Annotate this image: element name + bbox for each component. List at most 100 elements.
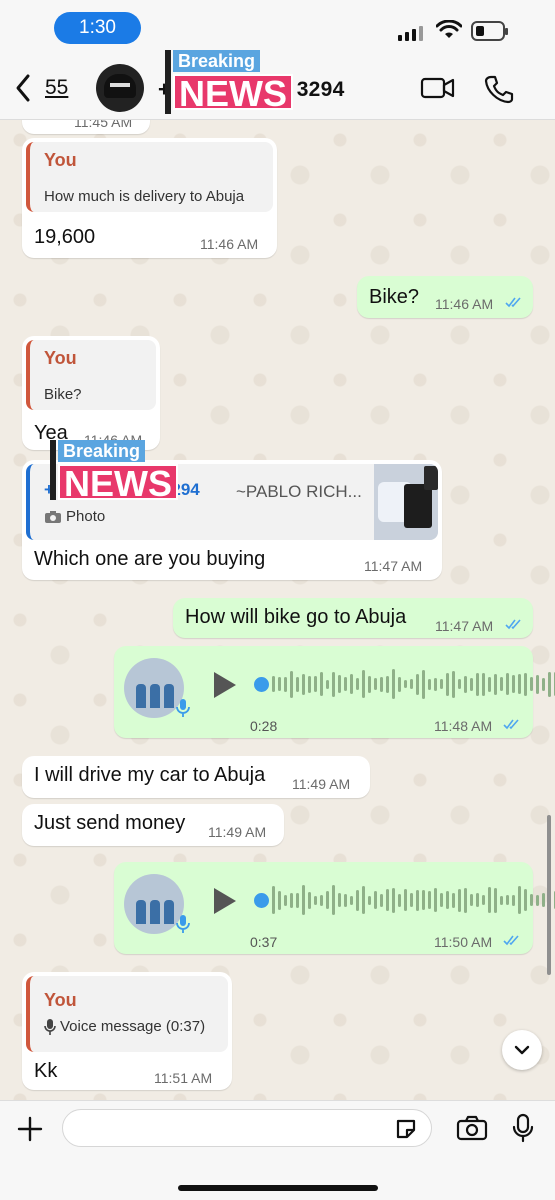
message-time: 11:46 AM	[435, 296, 494, 312]
contact-avatar[interactable]	[96, 64, 144, 112]
message-text: Bike?	[369, 286, 420, 308]
microphone-icon[interactable]	[512, 1113, 534, 1143]
waveform-bar	[530, 894, 533, 906]
voice-message[interactable]: 0:37 11:50 AM	[114, 862, 555, 954]
waveform-bar	[272, 676, 275, 692]
play-icon[interactable]	[214, 888, 236, 914]
waveform-bar	[512, 675, 515, 693]
waveform-bar	[488, 887, 491, 913]
read-ticks-icon	[505, 297, 521, 308]
message-bubble[interactable]: I will drive my car to Abuja 11:49 AM	[22, 756, 370, 798]
sender-avatar	[124, 658, 184, 718]
voice-duration: 0:28	[250, 718, 278, 734]
message-time: 11:51 AM	[154, 1070, 213, 1086]
camera-icon[interactable]	[456, 1115, 488, 1141]
waveform-bar	[404, 680, 407, 688]
waveform-bar	[434, 888, 437, 912]
reply-quote-text: Voice message (0:37)	[60, 1018, 206, 1035]
waveform-bar	[350, 895, 353, 905]
waveform-bar	[284, 894, 287, 906]
message-list[interactable]: Kk 11:45 AM You How much is delivery to …	[0, 120, 555, 1100]
battery-icon	[471, 21, 508, 41]
waveform-bar	[422, 669, 425, 699]
sticker-icon[interactable]	[394, 1117, 418, 1141]
waveform-bar	[416, 889, 419, 911]
waveform-bar	[272, 886, 275, 914]
waveform-bar	[518, 886, 521, 914]
waveform-bar	[458, 679, 461, 689]
voice-waveform[interactable]	[272, 882, 555, 918]
message-time: 11:49 AM	[292, 776, 351, 792]
scroll-to-bottom-button[interactable]	[502, 1030, 542, 1070]
waveform-bar	[326, 679, 329, 689]
message-bubble[interactable]: Just send money 11:49 AM	[22, 804, 284, 846]
reply-photo-thumbnail	[374, 464, 438, 540]
waveform-bar	[404, 889, 407, 911]
waveform-bar	[380, 893, 383, 907]
status-time: 1:30	[54, 12, 141, 44]
waveform-bar	[332, 885, 335, 915]
waveform-bar	[542, 893, 545, 907]
waveform-bar	[464, 887, 467, 913]
waveform-bar	[308, 675, 311, 693]
message-text: How will bike go to Abuja	[185, 606, 407, 628]
reply-quote[interactable]: You Bike?	[26, 340, 156, 410]
play-icon[interactable]	[214, 672, 236, 698]
waveform-bar	[290, 892, 293, 908]
message-text: I will drive my car to Abuja	[34, 764, 266, 786]
waveform-bar	[368, 895, 371, 905]
reply-quote-text: Photo	[66, 508, 106, 525]
scrollbar[interactable]	[547, 815, 551, 975]
waveform-bar	[320, 894, 323, 906]
read-ticks-icon	[503, 719, 519, 730]
waveform-bar	[374, 678, 377, 690]
voice-duration: 0:37	[250, 934, 278, 950]
message-bubble[interactable]: How will bike go to Abuja 11:47 AM	[173, 598, 533, 638]
plus-icon[interactable]	[16, 1115, 44, 1143]
waveform-bar	[500, 895, 503, 905]
waveform-bar	[338, 675, 341, 693]
waveform-bar	[536, 894, 539, 906]
waveform-bar	[500, 677, 503, 691]
waveform-bar	[386, 675, 389, 693]
waveform-bar	[476, 893, 479, 907]
waveform-bar	[506, 673, 509, 695]
voice-message[interactable]: 0:28 11:48 AM	[114, 646, 555, 738]
message-bubble[interactable]: Bike? 11:46 AM	[357, 276, 533, 318]
playback-slider-thumb[interactable]	[254, 677, 269, 692]
message-time: 11:49 AM	[208, 824, 267, 840]
waveform-bar	[494, 887, 497, 913]
waveform-bar	[428, 891, 431, 909]
waveform-bar	[494, 673, 497, 695]
voice-waveform[interactable]	[272, 666, 555, 702]
waveform-bar	[548, 671, 551, 697]
waveform-bar	[440, 893, 443, 907]
message-input[interactable]	[62, 1109, 432, 1147]
message-time: 11:45 AM	[74, 120, 133, 130]
playback-slider-thumb[interactable]	[254, 893, 269, 908]
message-time: 11:50 AM	[434, 934, 493, 950]
reply-quote[interactable]: You Voice message (0:37)	[26, 976, 228, 1052]
waveform-bar	[392, 669, 395, 699]
message-time: 11:46 AM	[200, 236, 259, 252]
waveform-bar	[344, 677, 347, 691]
waveform-bar	[374, 891, 377, 909]
chat-header: 55 +2 3294 Breaking NEWS	[0, 50, 555, 120]
phone-icon[interactable]	[484, 74, 514, 104]
waveform-bar	[398, 893, 401, 907]
chevron-down-icon	[514, 1045, 530, 1055]
message-bubble[interactable]: Kk 11:45 AM	[22, 120, 150, 134]
waveform-bar	[356, 889, 359, 911]
message-bubble[interactable]: You Bike? Yea 11:46 AM	[22, 336, 160, 450]
waveform-bar	[422, 890, 425, 910]
waveform-bar	[536, 674, 539, 694]
back-unread-count[interactable]: 55	[45, 76, 68, 100]
message-bubble[interactable]: You Voice message (0:37) Kk 11:51 AM	[22, 972, 232, 1090]
waveform-bar	[296, 676, 299, 692]
waveform-bar	[356, 678, 359, 690]
waveform-bar	[410, 679, 413, 689]
video-camera-icon[interactable]	[420, 76, 456, 100]
message-bubble[interactable]: +3294 ~PABLO RICH... Photo Breaking NEWS…	[22, 440, 442, 580]
reply-quote[interactable]: You How much is delivery to Abuja	[26, 142, 273, 212]
message-bubble[interactable]: You How much is delivery to Abuja 19,600…	[22, 138, 277, 258]
